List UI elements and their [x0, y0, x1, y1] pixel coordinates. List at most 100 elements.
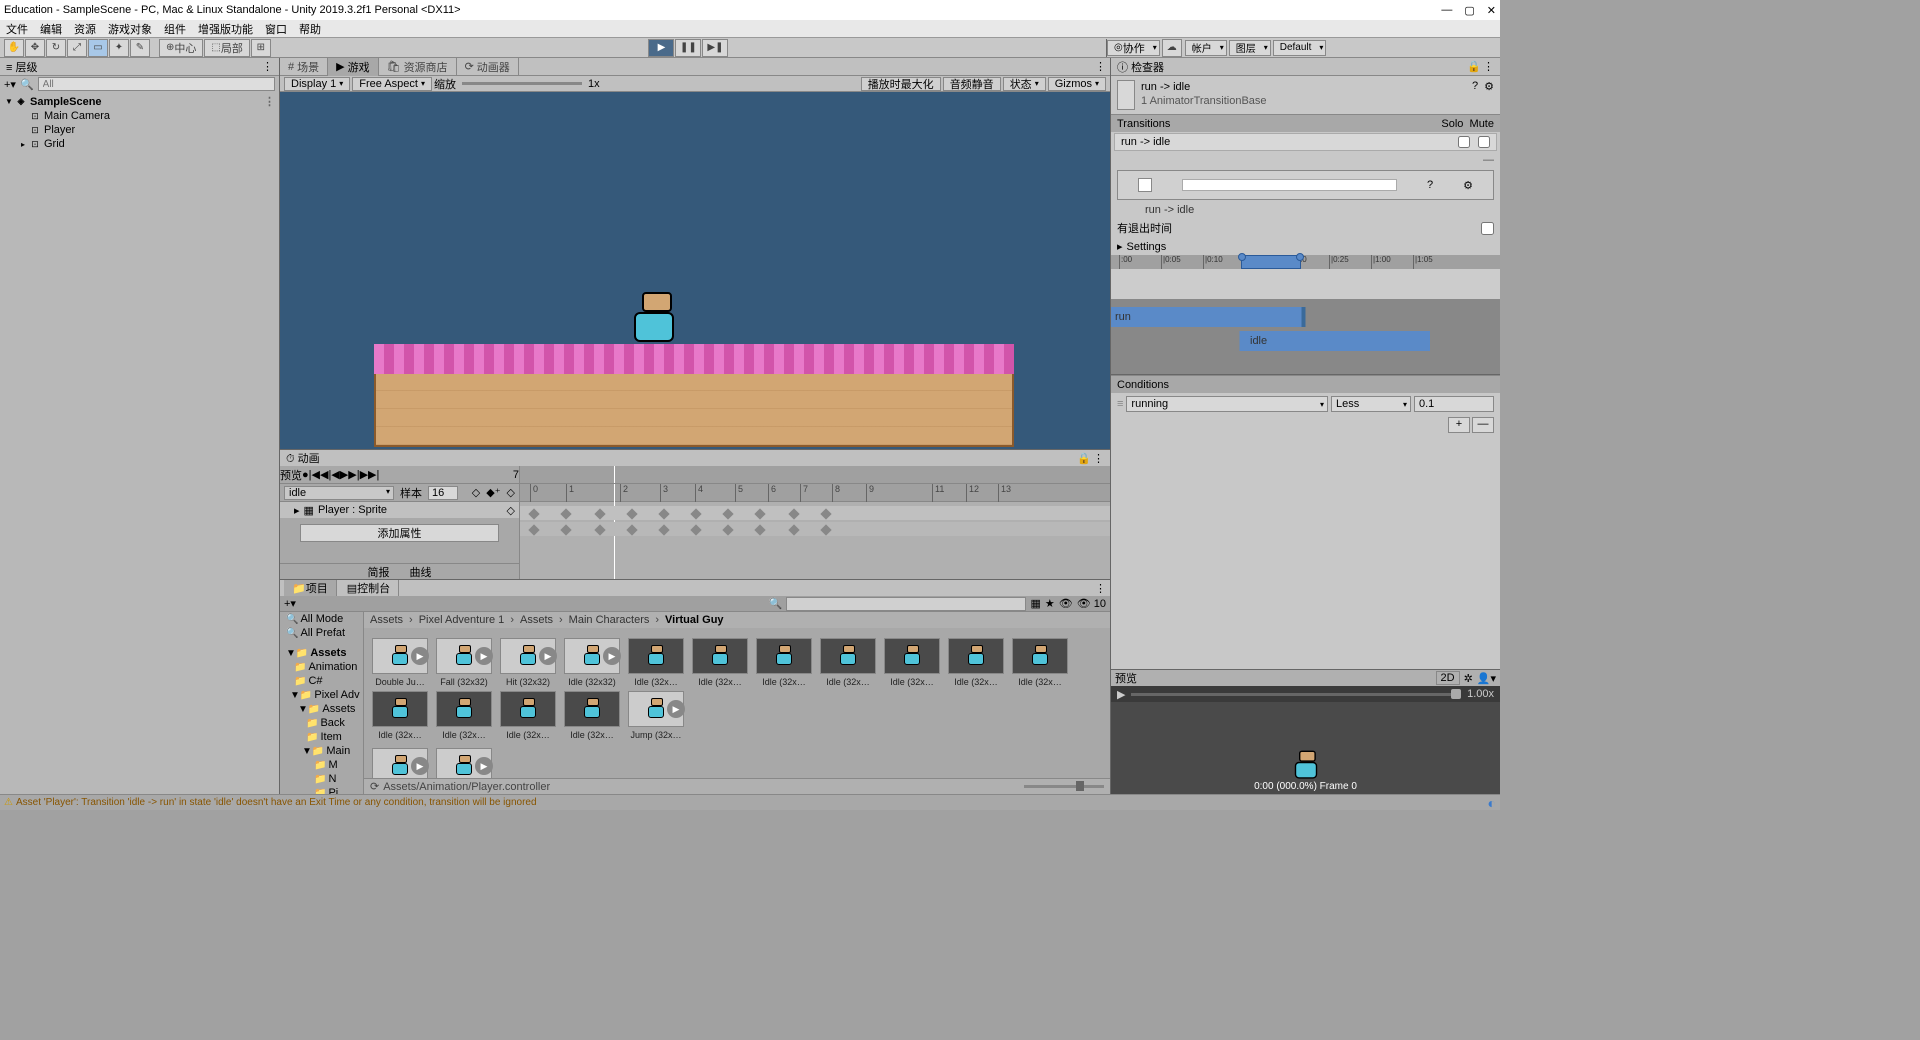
mute-checkbox[interactable]: [1478, 136, 1490, 148]
expand-icon[interactable]: ▶: [667, 700, 685, 718]
menu-component[interactable]: 组件: [164, 21, 186, 37]
thumbnail-size-slider[interactable]: [1024, 785, 1104, 788]
asset-item[interactable]: ▶Wall Jump …: [434, 748, 494, 778]
transition-range-handle[interactable]: [1241, 255, 1301, 269]
console-tab[interactable]: ▤ 控制台: [339, 580, 399, 596]
maximize-on-play[interactable]: 播放时最大化: [861, 77, 941, 91]
menu-edit[interactable]: 编辑: [40, 21, 62, 37]
folder-assets[interactable]: ▼📁 Assets: [280, 646, 363, 660]
rect-tool-icon[interactable]: ▭: [88, 39, 108, 57]
scale-tool-icon[interactable]: ⤢: [67, 39, 87, 57]
layers-dropdown[interactable]: 图层: [1229, 40, 1271, 56]
hierarchy-tab[interactable]: ≡ 层级: [6, 59, 37, 75]
panel-menu-icon[interactable]: ⋮: [262, 60, 273, 73]
remove-transition-button[interactable]: —: [1111, 152, 1500, 168]
scene-root[interactable]: ▼◈SampleScene ⋮: [0, 94, 279, 109]
folder-item[interactable]: 📁 Back: [280, 716, 363, 730]
folder-item[interactable]: ▼📁 Assets: [280, 702, 363, 716]
menu-gameobject[interactable]: 游戏对象: [108, 21, 152, 37]
menu-assets[interactable]: 资源: [74, 21, 96, 37]
clip-dropdown[interactable]: idle: [284, 486, 394, 500]
tab-animator[interactable]: ⟳ 动画器: [457, 58, 519, 76]
record-button[interactable]: ●: [302, 469, 309, 481]
add-condition-button[interactable]: +: [1448, 417, 1470, 433]
menu-services[interactable]: 增强版功能: [198, 21, 253, 37]
preview-light-icon[interactable]: ✲: [1464, 672, 1473, 685]
play-button[interactable]: ▶: [648, 39, 674, 57]
asset-item[interactable]: Idle (32x…: [946, 638, 1006, 687]
gear-icon[interactable]: ⚙: [1484, 80, 1494, 93]
project-tab[interactable]: 📁 项目: [284, 580, 337, 596]
expand-icon[interactable]: ▶: [475, 757, 493, 775]
condition-op-dropdown[interactable]: Less: [1331, 396, 1411, 412]
help-icon[interactable]: ?: [1472, 80, 1478, 92]
folder-item[interactable]: 📁 C#: [280, 674, 363, 688]
asset-item[interactable]: Idle (32x…: [754, 638, 814, 687]
filter-all-prefabs[interactable]: 🔍 All Prefat: [280, 626, 363, 640]
mute-audio[interactable]: 音频静音: [943, 77, 1001, 91]
hand-tool-icon[interactable]: ✋: [4, 39, 24, 57]
preview-viewport[interactable]: 0:00 (000.0%) Frame 0: [1111, 702, 1500, 794]
anim-play-button[interactable]: ▶: [340, 468, 348, 481]
asset-item[interactable]: ▶Jump (32x…: [626, 691, 686, 740]
crumb[interactable]: Assets: [520, 614, 553, 626]
dopesheet[interactable]: 0 1 2 3 4 5 6 7 8 9 11 12 13: [520, 484, 1110, 579]
gizmos-dropdown[interactable]: Gizmos: [1048, 77, 1106, 91]
tab-game[interactable]: ▶ 游戏: [328, 58, 378, 76]
folder-item[interactable]: 📁 Item: [280, 730, 363, 744]
cloud-icon[interactable]: ☁: [1162, 39, 1182, 57]
scale-slider[interactable]: [462, 82, 582, 85]
preview-play-button[interactable]: ▶: [1117, 688, 1125, 701]
gear-icon[interactable]: ⚙: [1463, 179, 1473, 192]
create-dropdown[interactable]: +▾: [4, 78, 16, 91]
folder-item[interactable]: 📁 Pi: [280, 786, 363, 794]
create-dropdown-icon[interactable]: +▾: [284, 597, 296, 610]
lock-icon[interactable]: 🔒: [1467, 60, 1481, 73]
asset-item[interactable]: Idle (32x…: [498, 691, 558, 740]
prev-key-icon[interactable]: ◇: [472, 486, 480, 499]
menu-help[interactable]: 帮助: [299, 21, 321, 37]
preview-model-icon[interactable]: 👤▾: [1477, 672, 1496, 685]
transition-timeline[interactable]: :00 |0:05 |0:10 |0:15 |0:20 |0:25 |1:00 …: [1111, 255, 1500, 375]
pause-button[interactable]: ❚❚: [675, 39, 701, 57]
folder-item[interactable]: 📁 M: [280, 758, 363, 772]
next-key-icon[interactable]: ◇: [507, 486, 515, 499]
asset-item[interactable]: ▶Fall (32x32): [434, 638, 494, 687]
close-icon[interactable]: ✕: [1487, 4, 1496, 17]
add-property-button[interactable]: 添加属性: [300, 524, 499, 542]
pivot-local-button[interactable]: ⬚ 局部: [204, 39, 249, 57]
folder-item[interactable]: ▼📁 Pixel Adv: [280, 688, 363, 702]
lock-icon[interactable]: 🔒: [1077, 452, 1091, 465]
panel-menu-icon[interactable]: ⋮: [1483, 60, 1494, 73]
asset-item[interactable]: Idle (32x…: [1010, 638, 1070, 687]
preview-2d-toggle[interactable]: 2D: [1436, 671, 1460, 685]
asset-item[interactable]: Idle (32x…: [626, 638, 686, 687]
panel-menu-icon[interactable]: ⋮: [1095, 582, 1106, 595]
project-search-input[interactable]: [786, 597, 1026, 611]
first-frame-button[interactable]: |◀◀: [309, 468, 329, 481]
hierarchy-search-input[interactable]: [38, 77, 275, 91]
hierarchy-item[interactable]: ⊡Player: [0, 123, 279, 137]
condition-param-dropdown[interactable]: running: [1126, 396, 1328, 412]
rotate-tool-icon[interactable]: ↻: [46, 39, 66, 57]
folder-item[interactable]: ▼📁 Main: [280, 744, 363, 758]
asset-item[interactable]: Idle (32x…: [370, 691, 430, 740]
settings-foldout[interactable]: ▸ Settings: [1111, 238, 1500, 255]
asset-item[interactable]: Idle (32x…: [690, 638, 750, 687]
asset-item[interactable]: Idle (32x…: [562, 691, 622, 740]
property-row[interactable]: ▸▦Player : Sprite ◇: [280, 502, 519, 518]
minimize-icon[interactable]: —: [1441, 4, 1452, 17]
layout-dropdown[interactable]: Default: [1273, 40, 1327, 56]
maximize-icon[interactable]: ▢: [1464, 4, 1474, 17]
account-dropdown[interactable]: 帐户: [1185, 40, 1227, 56]
frame-field[interactable]: 7: [513, 469, 519, 481]
aspect-dropdown[interactable]: Free Aspect: [352, 77, 432, 91]
pivot-center-button[interactable]: ⊕ 中心: [159, 39, 203, 57]
panel-menu-icon[interactable]: ⋮: [1093, 452, 1104, 465]
tab-scene[interactable]: # 场景: [280, 58, 328, 76]
remove-condition-button[interactable]: —: [1472, 417, 1494, 433]
expand-icon[interactable]: ▶: [475, 647, 493, 665]
expand-icon[interactable]: ▶: [539, 647, 557, 665]
timeline-ruler[interactable]: [520, 466, 1110, 484]
crumb-current[interactable]: Virtual Guy: [665, 614, 723, 626]
